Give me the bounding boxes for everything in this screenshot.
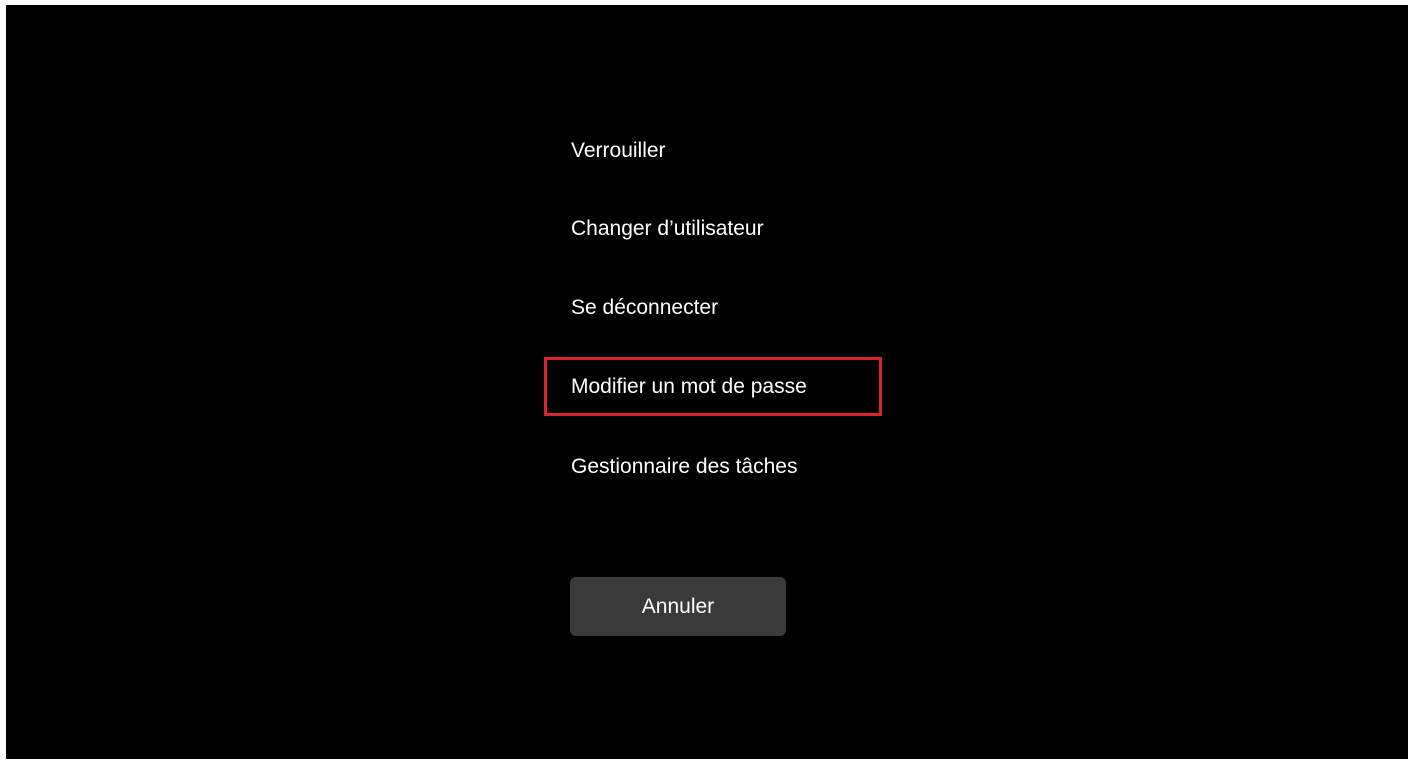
change-password-option[interactable]: Modifier un mot de passe [571, 374, 807, 400]
sign-out-option[interactable]: Se déconnecter [571, 295, 718, 321]
cancel-button[interactable]: Annuler [570, 577, 786, 636]
task-manager-option[interactable]: Gestionnaire des tâches [571, 454, 797, 480]
security-options-screen: Verrouiller Changer d’utilisateur Se déc… [6, 5, 1408, 759]
switch-user-option[interactable]: Changer d’utilisateur [571, 216, 764, 242]
lock-option[interactable]: Verrouiller [571, 138, 666, 164]
